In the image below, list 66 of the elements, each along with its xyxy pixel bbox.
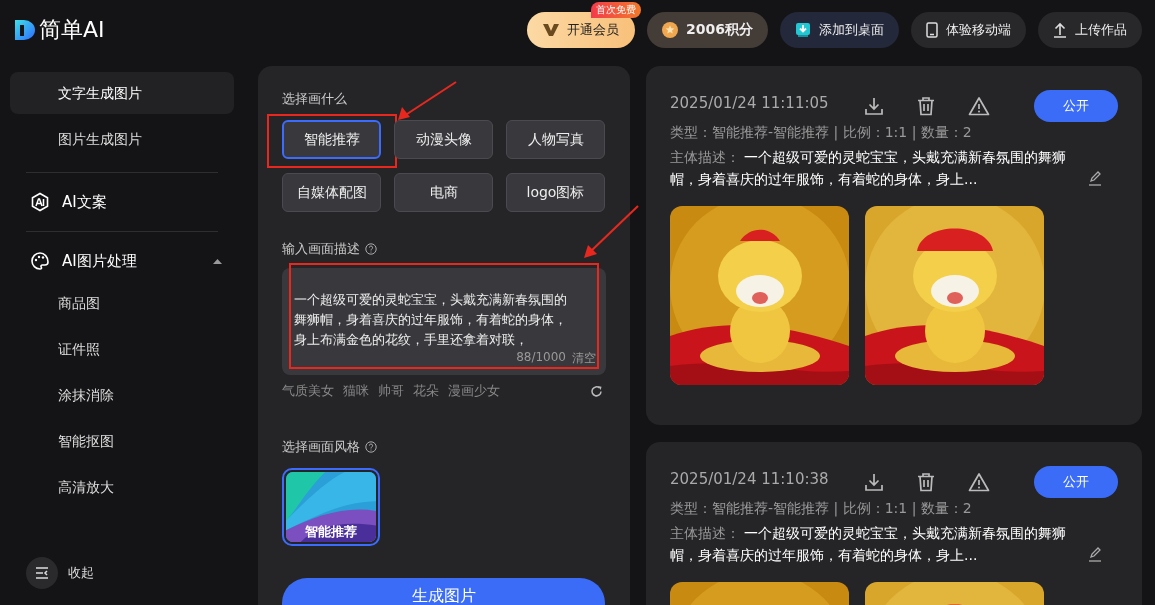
collapse-icon[interactable] xyxy=(26,557,58,589)
suggestion-tag[interactable]: 帅哥 xyxy=(378,383,404,400)
clear-link[interactable]: 清空 xyxy=(572,350,596,367)
sidebar-item[interactable]: 商品图 xyxy=(10,282,234,324)
suggestion-tag[interactable]: 漫画少女 xyxy=(448,383,500,400)
sidebar-item[interactable]: 涂抹消除 xyxy=(10,374,234,416)
suggestion-tag[interactable]: 猫咪 xyxy=(343,383,369,400)
upload-icon xyxy=(1053,22,1067,38)
logo-text: 简单AI xyxy=(39,16,105,44)
meta-text: 类型：智能推荐-智能推荐 | 比例：1:1 | 数量：2 xyxy=(670,124,973,142)
annotation-arrow xyxy=(582,204,640,260)
edit-icon[interactable] xyxy=(1088,546,1102,562)
publish-button[interactable]: 公开 xyxy=(1034,466,1118,498)
v-icon xyxy=(543,24,560,36)
sidebar-group[interactable]: AI图片处理 xyxy=(10,240,234,282)
prompt-field[interactable]: 一个超级可爱的灵蛇宝宝，头戴充满新春氛围的舞狮帽，身着喜庆的过年服饰，有着蛇的身体，身上布满金色的花纹，手里还拿着对联， 88/1000 清空 xyxy=(282,268,606,375)
coin-icon xyxy=(662,22,679,38)
logo-icon xyxy=(14,19,36,41)
download-icon[interactable] xyxy=(864,96,884,116)
trash-icon[interactable] xyxy=(916,96,936,116)
timestamp: 2025/01/24 11:11:05 xyxy=(670,94,830,112)
category-button[interactable]: 自媒体配图 xyxy=(282,173,381,212)
collapse-label[interactable]: 收起 xyxy=(68,564,94,582)
style-option[interactable]: 智能推荐 xyxy=(282,468,380,546)
help-icon[interactable] xyxy=(365,441,377,453)
category-button[interactable]: logo图标 xyxy=(506,173,605,212)
free-badge: 首次免费 xyxy=(591,2,642,18)
publish-button[interactable]: 公开 xyxy=(1034,90,1118,122)
add-to-desktop-button[interactable]: 添加到桌面 xyxy=(780,12,899,48)
section-label: 输入画面描述 xyxy=(282,240,606,258)
hexagon-icon xyxy=(30,192,50,212)
refresh-icon[interactable] xyxy=(590,385,603,398)
char-counter: 88/1000 xyxy=(516,350,566,366)
suggestion-tag[interactable]: 花朵 xyxy=(413,383,439,400)
meta-text: 类型：智能推荐-智能推荐 | 比例：1:1 | 数量：2 xyxy=(670,500,973,518)
sidebar-item[interactable]: 智能抠图 xyxy=(10,420,234,462)
annotation-arrow xyxy=(396,80,458,122)
timestamp: 2025/01/24 11:10:38 xyxy=(670,470,830,488)
palette-icon xyxy=(30,251,50,271)
warning-icon[interactable] xyxy=(968,96,990,116)
trash-icon[interactable] xyxy=(916,472,936,492)
category-button[interactable]: 人物写真 xyxy=(506,120,605,159)
section-label: 选择画什么 xyxy=(282,90,348,108)
suggestion-tag[interactable]: 气质美女 xyxy=(282,383,334,400)
generate-button[interactable]: 生成图片 xyxy=(282,578,605,605)
category-button[interactable]: 电商 xyxy=(394,173,493,212)
sidebar-item[interactable]: 证件照 xyxy=(10,328,234,370)
description-text: 主体描述： 一个超级可爱的灵蛇宝宝，头戴充满新春氛围的舞狮帽，身着喜庆的过年服饰，有着蛇的身体，身上... xyxy=(670,148,1068,189)
sidebar-group[interactable]: AI文案 xyxy=(10,181,234,223)
help-icon[interactable] xyxy=(365,243,377,255)
tablet-icon xyxy=(926,22,938,38)
edit-icon[interactable] xyxy=(1088,170,1102,186)
upload-button[interactable]: 上传作品 xyxy=(1038,12,1142,48)
category-button[interactable]: 动漫头像 xyxy=(394,120,493,159)
sidebar-item[interactable]: 图片生成图片 xyxy=(10,118,234,160)
section-label: 选择画面风格 xyxy=(282,438,606,456)
caret-icon xyxy=(213,258,222,264)
download-icon[interactable] xyxy=(864,472,884,492)
sidebar-item[interactable]: 高清放大 xyxy=(10,466,234,508)
mobile-button[interactable]: 体验移动端 xyxy=(911,12,1026,48)
sidebar-item[interactable]: 文字生成图片 xyxy=(10,72,234,114)
points-button[interactable]: 2006积分 xyxy=(647,12,768,48)
description-text: 主体描述： 一个超级可爱的灵蛇宝宝，头戴充满新春氛围的舞狮帽，身着喜庆的过年服饰，有着蛇的身体，身上... xyxy=(670,524,1068,565)
warning-icon[interactable] xyxy=(968,472,990,492)
download-icon xyxy=(795,22,811,38)
category-button[interactable]: 智能推荐 xyxy=(282,120,381,159)
